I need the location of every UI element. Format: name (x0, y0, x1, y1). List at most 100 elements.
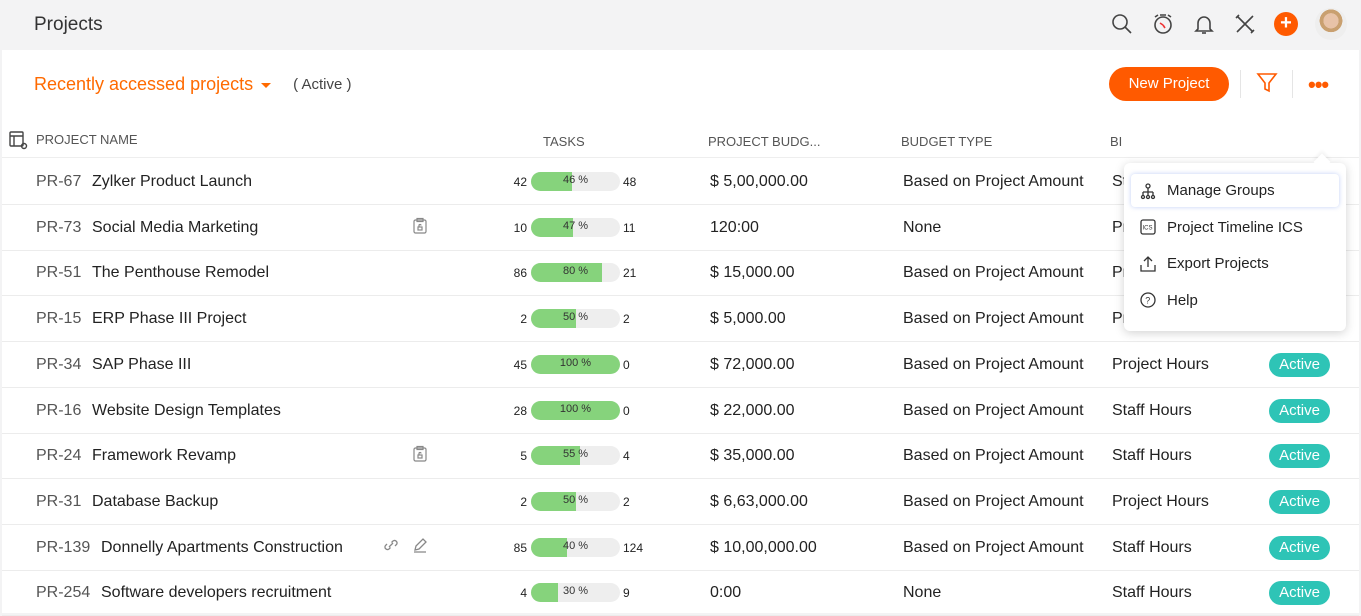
budget-type: None (903, 584, 942, 602)
search-icon[interactable] (1110, 12, 1134, 36)
open-tasks-count: 85 (513, 540, 527, 555)
plus-icon[interactable]: + (1274, 12, 1298, 36)
status-badge[interactable]: Active (1269, 444, 1330, 469)
table-row[interactable]: PR-31 Database Backup 2 50 % 2 $ 6,63,00… (2, 479, 1359, 525)
open-tasks-count: 10 (513, 220, 527, 235)
menu-item-export-projects[interactable]: Export Projects (1131, 247, 1339, 280)
progress-label: 40 % (562, 539, 589, 552)
progress-label: 100 % (559, 356, 592, 369)
closed-tasks-count: 0 (623, 403, 630, 418)
project-id: PR-24 (36, 447, 82, 465)
status-badge[interactable]: Active (1269, 489, 1330, 514)
ics-icon: ICS (1140, 219, 1156, 235)
project-budget: $ 15,000.00 (710, 264, 795, 282)
avatar[interactable] (1315, 8, 1347, 40)
closed-tasks-count: 0 (623, 357, 630, 372)
project-id: PR-16 (36, 401, 82, 419)
project-name-link[interactable]: SAP Phase III (92, 356, 191, 374)
project-budget: 120:00 (710, 218, 759, 236)
billing-type: Project Hours (1112, 492, 1209, 510)
col-budget[interactable]: PROJECT BUDG... (708, 134, 820, 149)
clipboard-lock-icon[interactable] (412, 445, 428, 468)
closed-tasks-count: 124 (623, 540, 644, 555)
menu-item-project-timeline-ics[interactable]: ICS Project Timeline ICS (1131, 211, 1339, 244)
budget-type: None (903, 218, 942, 236)
edit-icon[interactable] (412, 537, 428, 558)
column-settings-icon[interactable] (8, 130, 28, 150)
open-tasks-count: 4 (520, 586, 527, 601)
view-selector[interactable]: Recently accessed projects (34, 74, 253, 95)
menu-item-manage-groups[interactable]: Manage Groups (1131, 174, 1339, 207)
project-name-link[interactable]: The Penthouse Remodel (92, 264, 269, 282)
budget-type: Based on Project Amount (903, 173, 1084, 190)
menu-label: Export Projects (1167, 255, 1269, 273)
project-name-link[interactable]: Zylker Product Launch (92, 173, 252, 191)
status-badge[interactable]: Active (1269, 535, 1330, 560)
caret-down-icon[interactable] (261, 82, 272, 93)
open-tasks-count: 45 (513, 357, 527, 372)
open-tasks-count: 86 (513, 266, 527, 281)
more-options-icon[interactable]: ••• (1308, 72, 1329, 98)
main-panel: Recently accessed projects ( Active ) Ne… (2, 50, 1359, 616)
project-id: PR-51 (36, 264, 82, 282)
project-name-link[interactable]: Database Backup (92, 493, 218, 511)
menu-item-help[interactable]: ? Help (1131, 284, 1339, 317)
table-row[interactable]: PR-139 Donnelly Apartments Construction … (2, 525, 1359, 571)
project-name-link[interactable]: Donnelly Apartments Construction (101, 539, 343, 557)
task-progress-bar: 50 % (531, 309, 620, 329)
project-name-link[interactable]: Social Media Marketing (92, 219, 258, 237)
new-project-button[interactable]: New Project (1109, 67, 1229, 101)
col-project-name[interactable]: PROJECT NAME (36, 132, 138, 147)
closed-tasks-count: 9 (623, 586, 630, 601)
task-progress-bar: 50 % (531, 491, 620, 511)
project-name-link[interactable]: Framework Revamp (92, 447, 236, 465)
project-budget: $ 72,000.00 (710, 355, 795, 373)
task-progress-bar: 30 % (531, 583, 620, 603)
clipboard-lock-icon[interactable] (412, 217, 428, 240)
bell-icon[interactable] (1192, 12, 1216, 36)
budget-type: Based on Project Amount (903, 401, 1084, 419)
col-billing[interactable]: BI (1110, 134, 1122, 149)
budget-type: Based on Project Amount (903, 310, 1084, 328)
progress-label: 46 % (562, 174, 589, 186)
project-budget: $ 10,00,000.00 (710, 538, 817, 556)
task-progress-bar: 47 % (531, 217, 620, 237)
col-tasks[interactable]: TASKS (543, 134, 585, 149)
filter-icon[interactable] (1256, 71, 1278, 95)
closed-tasks-count: 4 (623, 449, 630, 464)
project-budget: $ 22,000.00 (710, 401, 795, 419)
status-badge[interactable]: Active (1269, 352, 1330, 377)
budget-type: Based on Project Amount (903, 538, 1084, 556)
budget-type: Based on Project Amount (903, 492, 1084, 510)
col-budget-type[interactable]: BUDGET TYPE (901, 134, 992, 149)
progress-label: 50 % (562, 311, 589, 324)
menu-label: Manage Groups (1167, 182, 1275, 199)
table-row[interactable]: PR-16 Website Design Templates 28 100 % … (2, 388, 1359, 434)
top-bar: Projects + (0, 0, 1361, 50)
billing-type: Staff Hours (1112, 401, 1192, 419)
table-row[interactable]: PR-24 Framework Revamp 5 55 % 4 $ 35,000… (2, 433, 1359, 480)
hierarchy-icon (1140, 182, 1156, 199)
table-row[interactable]: PR-254 Software developers recruitment 4… (2, 570, 1359, 616)
status-badge[interactable]: Active (1269, 581, 1330, 606)
closed-tasks-count: 48 (623, 175, 637, 189)
project-id: PR-139 (36, 538, 91, 556)
table-row[interactable]: PR-34 SAP Phase III 45 100 % 0 $ 72,000.… (2, 342, 1359, 388)
closed-tasks-count: 11 (623, 220, 636, 235)
project-name-link[interactable]: Software developers recruitment (101, 584, 331, 602)
svg-text:?: ? (1145, 296, 1150, 306)
project-budget: $ 6,63,000.00 (710, 492, 808, 510)
task-progress-bar: 46 % (531, 172, 620, 191)
project-name-link[interactable]: Website Design Templates (92, 402, 281, 420)
budget-type: Based on Project Amount (903, 447, 1084, 465)
billing-type: Project Hours (1112, 355, 1209, 373)
project-id: PR-73 (36, 218, 82, 236)
link-icon[interactable] (383, 537, 399, 558)
tools-icon[interactable] (1233, 12, 1257, 36)
project-name-link[interactable]: ERP Phase III Project (92, 310, 246, 328)
timer-icon[interactable] (1151, 12, 1175, 36)
billing-type: Staff Hours (1112, 584, 1192, 602)
closed-tasks-count: 2 (623, 312, 630, 327)
status-badge[interactable]: Active (1269, 398, 1330, 423)
task-progress-bar: 100 % (531, 400, 620, 420)
